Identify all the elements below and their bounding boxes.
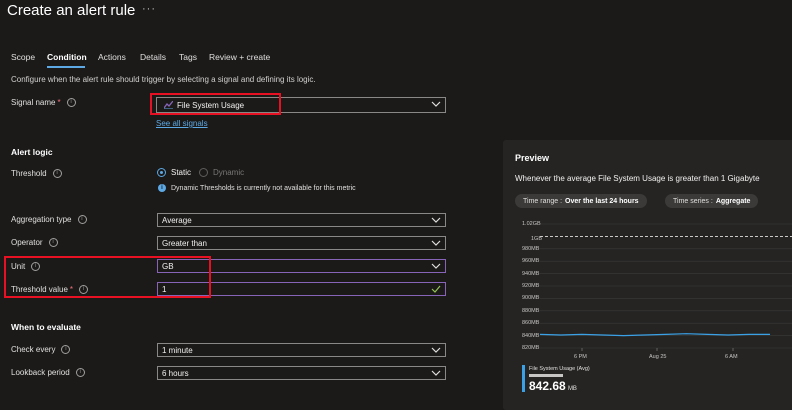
time-series-chip[interactable]: Time series : Aggregate <box>665 194 759 208</box>
y-tick-label: 960MB <box>522 258 540 265</box>
legend-series-name: File System Usage (Avg) <box>529 366 590 372</box>
tab-condition[interactable]: Condition <box>47 52 87 62</box>
info-icon[interactable]: i <box>77 215 87 224</box>
y-tick-label: 920MB <box>522 283 540 289</box>
info-filled-icon: i <box>158 184 166 192</box>
y-tick-label: 880MB <box>522 307 540 314</box>
condition-description: Configure when the alert rule should tri… <box>11 75 316 84</box>
check-every-label-text: Check every <box>11 345 56 354</box>
signal-name-label: Signal name * i <box>11 98 76 107</box>
threshold-label: Threshold i <box>11 169 62 178</box>
unit-threshold-highlight-box <box>4 256 211 298</box>
x-tick-label: 6 AM <box>725 354 738 360</box>
preview-title: Preview <box>515 153 550 163</box>
dynamic-threshold-note: i Dynamic Thresholds is currently not av… <box>158 184 356 192</box>
chevron-down-icon <box>431 347 441 353</box>
signal-highlight-box <box>150 93 281 115</box>
check-every-value: 1 minute <box>162 345 193 355</box>
usage-line-chart <box>540 223 792 351</box>
tab-details[interactable]: Details <box>140 52 166 62</box>
legend-redacted-bar <box>529 374 563 377</box>
time-range-value: Over the last 24 hours <box>565 197 639 205</box>
check-every-dropdown[interactable]: 1 minute <box>157 343 446 357</box>
operator-label-text: Operator <box>11 238 43 247</box>
legend-value-number: 842.68 <box>529 379 566 393</box>
static-label: Static <box>171 168 192 177</box>
threshold-static-radio[interactable]: Static <box>157 168 191 177</box>
legend-value: 842.68 MB <box>529 379 577 393</box>
alert-logic-heading: Alert logic <box>11 147 53 157</box>
y-tick-label: 900MB <box>522 295 540 302</box>
x-tick-label: 6 PM <box>574 354 587 360</box>
required-asterisk: * <box>57 98 61 107</box>
chevron-down-icon <box>431 263 441 269</box>
check-every-label: Check every i <box>11 345 71 354</box>
y-tick-label: 1.02GB <box>522 221 541 227</box>
more-options-icon[interactable]: ··· <box>142 3 156 15</box>
checkmark-icon <box>431 285 441 293</box>
tab-scope[interactable]: Scope <box>11 52 35 62</box>
see-all-signals-link[interactable]: See all signals <box>156 119 208 128</box>
threshold-dynamic-radio[interactable]: Dynamic <box>199 168 244 177</box>
tab-review-create[interactable]: Review + create <box>209 52 270 62</box>
radio-unselected-icon <box>199 168 208 177</box>
lookback-value: 6 hours <box>162 368 189 378</box>
signal-name-text: Signal name <box>11 98 56 107</box>
when-to-evaluate-heading: When to evaluate <box>11 322 81 332</box>
operator-dropdown[interactable]: Greater than <box>157 236 446 250</box>
chevron-down-icon <box>431 240 441 246</box>
page-title: Create an alert rule <box>7 2 136 19</box>
lookback-period-label: Lookback period i <box>11 368 85 377</box>
active-tab-indicator <box>47 66 85 68</box>
operator-label: Operator i <box>11 238 58 247</box>
info-icon[interactable]: i <box>48 238 58 247</box>
chevron-down-icon <box>431 370 441 376</box>
time-series-value: Aggregate <box>715 197 751 205</box>
y-tick-label: 980MB <box>522 245 540 252</box>
threshold-label-text: Threshold <box>11 169 47 178</box>
radio-selected-icon <box>157 168 166 177</box>
tab-tags[interactable]: Tags <box>179 52 197 62</box>
dynamic-label: Dynamic <box>213 168 245 177</box>
legend-value-unit: MB <box>567 386 577 392</box>
time-series-key: Time series : <box>673 197 713 205</box>
info-icon[interactable]: i <box>75 368 85 377</box>
time-range-chip[interactable]: Time range : Over the last 24 hours <box>515 194 647 208</box>
lookback-period-dropdown[interactable]: 6 hours <box>157 366 446 380</box>
tab-actions[interactable]: Actions <box>98 52 126 62</box>
y-tick-label: 820MB <box>522 345 540 351</box>
legend-color-bar <box>522 365 525 392</box>
aggregation-value: Average <box>162 215 192 225</box>
aggregation-label-text: Aggregation type <box>11 215 72 224</box>
chevron-down-icon <box>431 217 441 223</box>
time-range-key: Time range : <box>523 197 563 205</box>
chevron-down-icon <box>431 101 441 107</box>
aggregation-type-label: Aggregation type i <box>11 215 87 224</box>
y-tick-label: 940MB <box>522 270 540 277</box>
x-tick-label: Aug 25 <box>649 354 667 360</box>
y-tick-label: 840MB <box>522 332 540 339</box>
dynamic-note-text: Dynamic Thresholds is currently not avai… <box>171 184 356 192</box>
lookback-label-text: Lookback period <box>11 368 70 377</box>
y-tick-label: 860MB <box>522 320 540 327</box>
operator-value: Greater than <box>162 238 207 248</box>
info-icon[interactable]: i <box>66 98 76 107</box>
info-icon[interactable]: i <box>61 345 71 354</box>
aggregation-type-dropdown[interactable]: Average <box>157 213 446 227</box>
info-icon[interactable]: i <box>52 169 62 178</box>
preview-summary: Whenever the average File System Usage i… <box>515 174 760 183</box>
